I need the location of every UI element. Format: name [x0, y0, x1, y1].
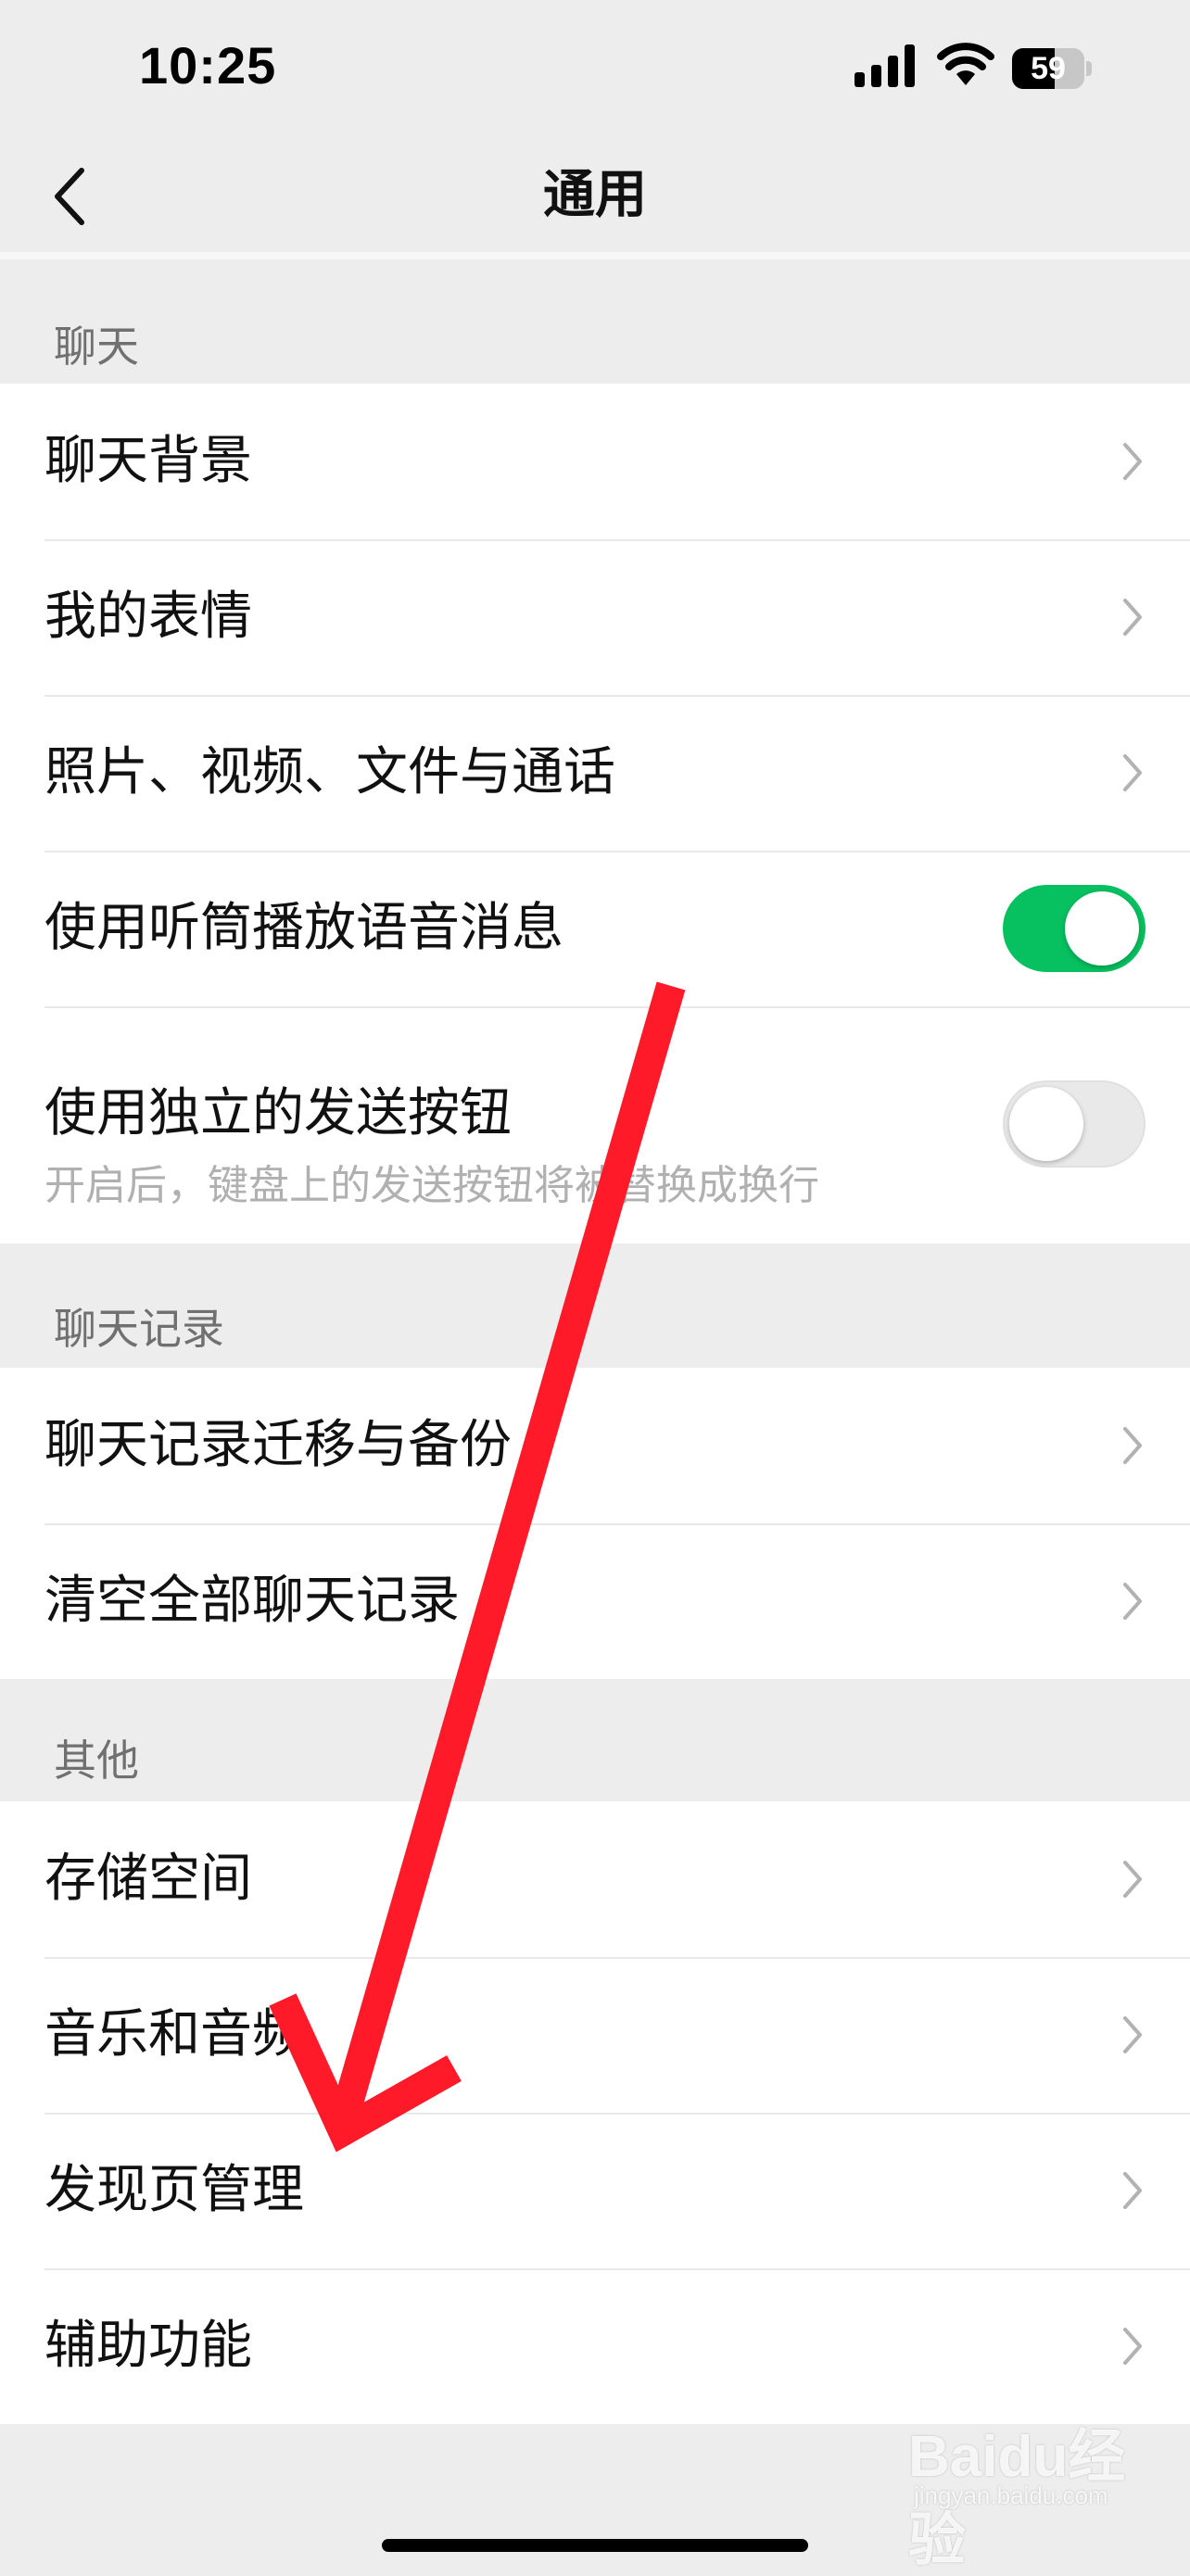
- chevron-right-icon: [1123, 1583, 1142, 1620]
- earpiece-voice-toggle[interactable]: [1003, 885, 1146, 972]
- battery-icon: 59: [1012, 48, 1092, 89]
- battery-level: 59: [1031, 51, 1066, 86]
- chevron-right-icon: [1123, 754, 1142, 791]
- row-accessibility[interactable]: 辅助功能: [0, 2268, 1190, 2424]
- row-storage[interactable]: 存储空间: [0, 1801, 1190, 1957]
- wifi-icon: [937, 43, 994, 85]
- separate-send-toggle[interactable]: [1003, 1080, 1146, 1168]
- row-music-audio[interactable]: 音乐和音频: [0, 1957, 1190, 2113]
- chevron-right-icon: [1123, 2328, 1142, 2365]
- row-label: 清空全部聊天记录: [44, 1571, 460, 1631]
- row-subtitle: 开启后，键盘上的发送按钮将被替换成换行: [44, 1162, 819, 1209]
- chevron-right-icon: [1123, 1861, 1142, 1898]
- group-chat: 聊天背景 我的表情 照片、视频、文件与通话 使用听筒播放语音消息 使用独立的发送…: [0, 384, 1190, 1244]
- row-my-stickers[interactable]: 我的表情: [0, 539, 1190, 695]
- toggle-knob: [1009, 1087, 1083, 1161]
- section-header-other: 其他: [54, 1736, 139, 1786]
- row-separate-send-button: 使用独立的发送按钮 开启后，键盘上的发送按钮将被替换成换行: [0, 1006, 1190, 1244]
- row-label: 聊天背景: [44, 431, 252, 491]
- row-label: 音乐和音频: [44, 2004, 304, 2065]
- toggle-knob: [1065, 891, 1139, 966]
- status-bar: 10:25 59: [0, 0, 1190, 139]
- chevron-left-icon: [55, 168, 84, 225]
- nav-bar: 通用: [0, 139, 1190, 252]
- row-label: 照片、视频、文件与通话: [44, 742, 615, 802]
- row-label: 我的表情: [44, 587, 252, 647]
- row-clear-history[interactable]: 清空全部聊天记录: [0, 1523, 1190, 1679]
- row-label: 聊天记录迁移与备份: [44, 1415, 512, 1475]
- watermark-sub: jingyan.baidu.com: [914, 2481, 1108, 2509]
- chevron-right-icon: [1123, 443, 1142, 480]
- chevron-right-icon: [1123, 1427, 1142, 1464]
- nav-divider: [0, 252, 1190, 259]
- section-header-history: 聊天记录: [54, 1304, 224, 1354]
- group-history: 聊天记录迁移与备份 清空全部聊天记录: [0, 1368, 1190, 1679]
- chevron-right-icon: [1123, 599, 1142, 636]
- row-label: 发现页管理: [44, 2160, 304, 2220]
- row-label: 存储空间: [44, 1849, 252, 1909]
- home-indicator[interactable]: [382, 2539, 808, 2552]
- row-label: 辅助功能: [44, 2316, 252, 2376]
- baidu-watermark: Baidu经验 jingyan.baidu.com: [908, 2409, 1149, 2572]
- signal-icon: [855, 44, 915, 87]
- back-button[interactable]: [33, 159, 108, 234]
- chevron-right-icon: [1123, 2016, 1142, 2053]
- row-label: 使用独立的发送按钮: [44, 1083, 512, 1143]
- page-title: 通用: [543, 165, 647, 225]
- chevron-right-icon: [1123, 2172, 1142, 2209]
- row-discover-management[interactable]: 发现页管理: [0, 2113, 1190, 2268]
- row-photos-videos-files[interactable]: 照片、视频、文件与通话: [0, 695, 1190, 851]
- row-label: 使用听筒播放语音消息: [44, 898, 563, 958]
- row-chat-background[interactable]: 聊天背景: [0, 384, 1190, 539]
- status-time: 10:25: [139, 36, 277, 95]
- group-other: 存储空间 音乐和音频 发现页管理 辅助功能: [0, 1801, 1190, 2424]
- row-earpiece-voice: 使用听筒播放语音消息: [0, 851, 1190, 1006]
- section-header-chat: 聊天: [54, 322, 139, 372]
- row-history-migrate-backup[interactable]: 聊天记录迁移与备份: [0, 1368, 1190, 1523]
